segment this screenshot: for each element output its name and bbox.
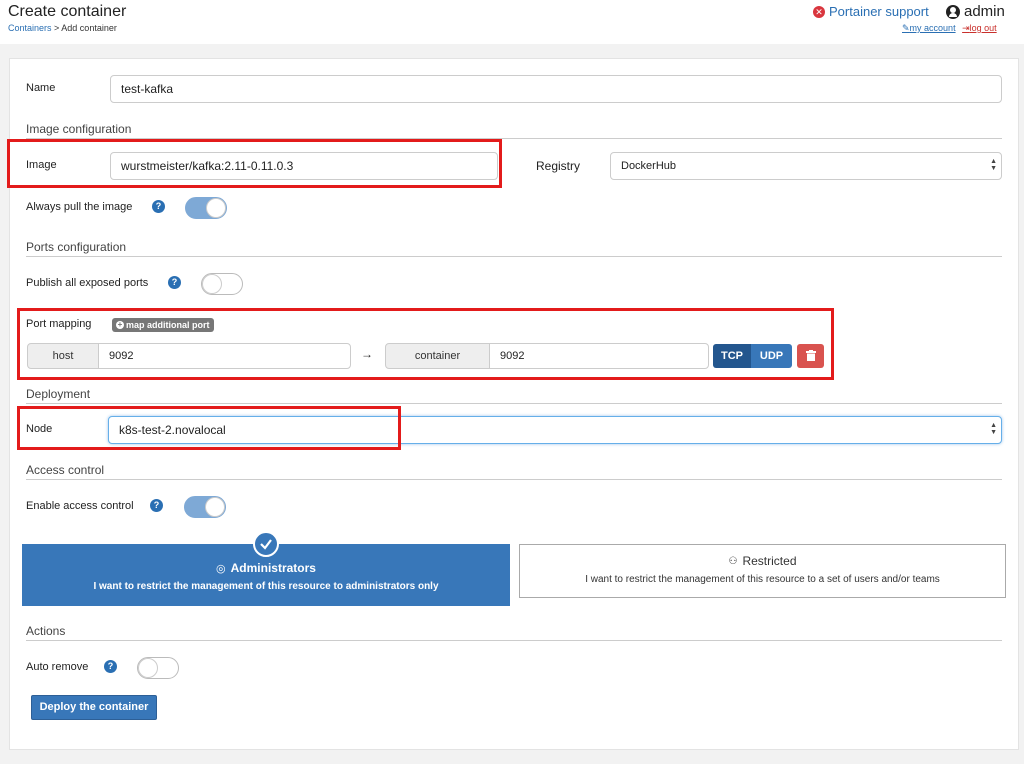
my-account-link[interactable]: ✎my account (902, 23, 956, 33)
page-title: Create container (8, 3, 127, 20)
restricted-title: Restricted (742, 554, 797, 568)
highlight-box-image (7, 139, 502, 188)
select-arrows-icon: ▲ ▼ (990, 422, 997, 436)
deployment-title: Deployment (26, 387, 91, 401)
registry-label: Registry (536, 159, 581, 173)
name-input[interactable]: test-kafka (110, 75, 1002, 103)
user-name: admin (964, 3, 1005, 20)
always-pull-label: Always pull the image (26, 201, 133, 213)
host-port-input[interactable]: 9092 (98, 343, 351, 369)
section-divider (26, 479, 1002, 480)
help-icon[interactable]: ? (150, 499, 163, 512)
access-control-toggle[interactable] (184, 496, 226, 518)
auto-remove-toggle[interactable] (137, 657, 179, 679)
toggle-knob (206, 198, 226, 218)
eye-slash-icon: ◎ (216, 562, 226, 575)
section-divider (26, 403, 1002, 404)
map-additional-port-button[interactable]: + map additional port (112, 318, 214, 332)
breadcrumb: Containers > Add container (8, 23, 117, 33)
my-account-label: my account (909, 23, 956, 33)
container-port-input[interactable]: 9092 (489, 343, 709, 369)
host-addon: host (27, 343, 99, 369)
toggle-knob (205, 497, 225, 517)
highlight-box-node (17, 406, 401, 450)
trash-icon (805, 350, 816, 361)
image-configuration-title: Image configuration (26, 122, 132, 136)
restricted-option[interactable]: ⚇ Restricted I want to restrict the mana… (519, 544, 1006, 598)
log-out-link[interactable]: ⇥log out (962, 23, 997, 33)
publish-all-toggle[interactable] (201, 273, 243, 295)
page-header: Create container Containers > Add contai… (0, 0, 1024, 44)
restricted-heading: ⚇ Restricted (520, 554, 1005, 568)
remove-port-button[interactable] (797, 344, 824, 368)
plus-circle-icon: + (116, 320, 124, 329)
container-addon: container (385, 343, 490, 369)
map-port-label: map additional port (126, 320, 210, 330)
portainer-support-link[interactable]: ✕ Portainer support (813, 4, 929, 19)
enable-access-control-label: Enable access control (26, 500, 134, 512)
check-icon (260, 539, 272, 550)
section-divider (26, 640, 1002, 641)
publish-all-label: Publish all exposed ports (26, 277, 149, 289)
port-mapping-label: Port mapping (26, 318, 92, 330)
section-divider (26, 256, 1002, 257)
user-menu: admin (946, 3, 1005, 20)
selected-check-icon (253, 531, 279, 557)
deploy-container-button[interactable]: Deploy the container (31, 695, 157, 720)
administrators-description: I want to restrict the management of thi… (93, 581, 439, 592)
help-icon[interactable]: ? (168, 276, 181, 289)
sign-out-icon: ⇥ (962, 23, 970, 33)
arrow-right-icon: → (361, 347, 373, 361)
access-control-title: Access control (26, 463, 105, 477)
help-icon[interactable]: ? (152, 200, 165, 213)
users-icon: ⚇ (728, 555, 738, 567)
administrators-heading: ◎ Administrators (22, 561, 510, 575)
account-links: ✎my account ⇥log out (902, 23, 1001, 34)
actions-title: Actions (26, 624, 66, 638)
support-label: Portainer support (829, 4, 929, 19)
toggle-knob (202, 274, 222, 294)
help-icon[interactable]: ? (104, 660, 117, 673)
administrators-title: Administrators (230, 561, 316, 575)
udp-button[interactable]: UDP (751, 344, 792, 368)
select-arrows-icon: ▲ ▼ (990, 158, 997, 172)
breadcrumb-containers-link[interactable]: Containers (8, 23, 52, 33)
registry-select[interactable]: DockerHub ▲ ▼ (610, 152, 1002, 180)
auto-remove-label: Auto remove (26, 661, 89, 673)
ports-configuration-title: Ports configuration (26, 240, 127, 254)
registry-value: DockerHub (621, 160, 677, 172)
toggle-knob (138, 658, 158, 678)
restricted-description: I want to restrict the management of thi… (585, 574, 940, 585)
close-circle-icon: ✕ (813, 5, 825, 18)
breadcrumb-separator: > (51, 23, 62, 33)
log-out-label: log out (969, 23, 997, 33)
tcp-button[interactable]: TCP (713, 344, 751, 368)
wrench-icon: ✎ (902, 23, 910, 33)
name-label: Name (26, 82, 56, 94)
user-circle-icon (946, 4, 960, 19)
always-pull-toggle[interactable] (185, 197, 227, 219)
breadcrumb-current: Add container (61, 23, 117, 33)
